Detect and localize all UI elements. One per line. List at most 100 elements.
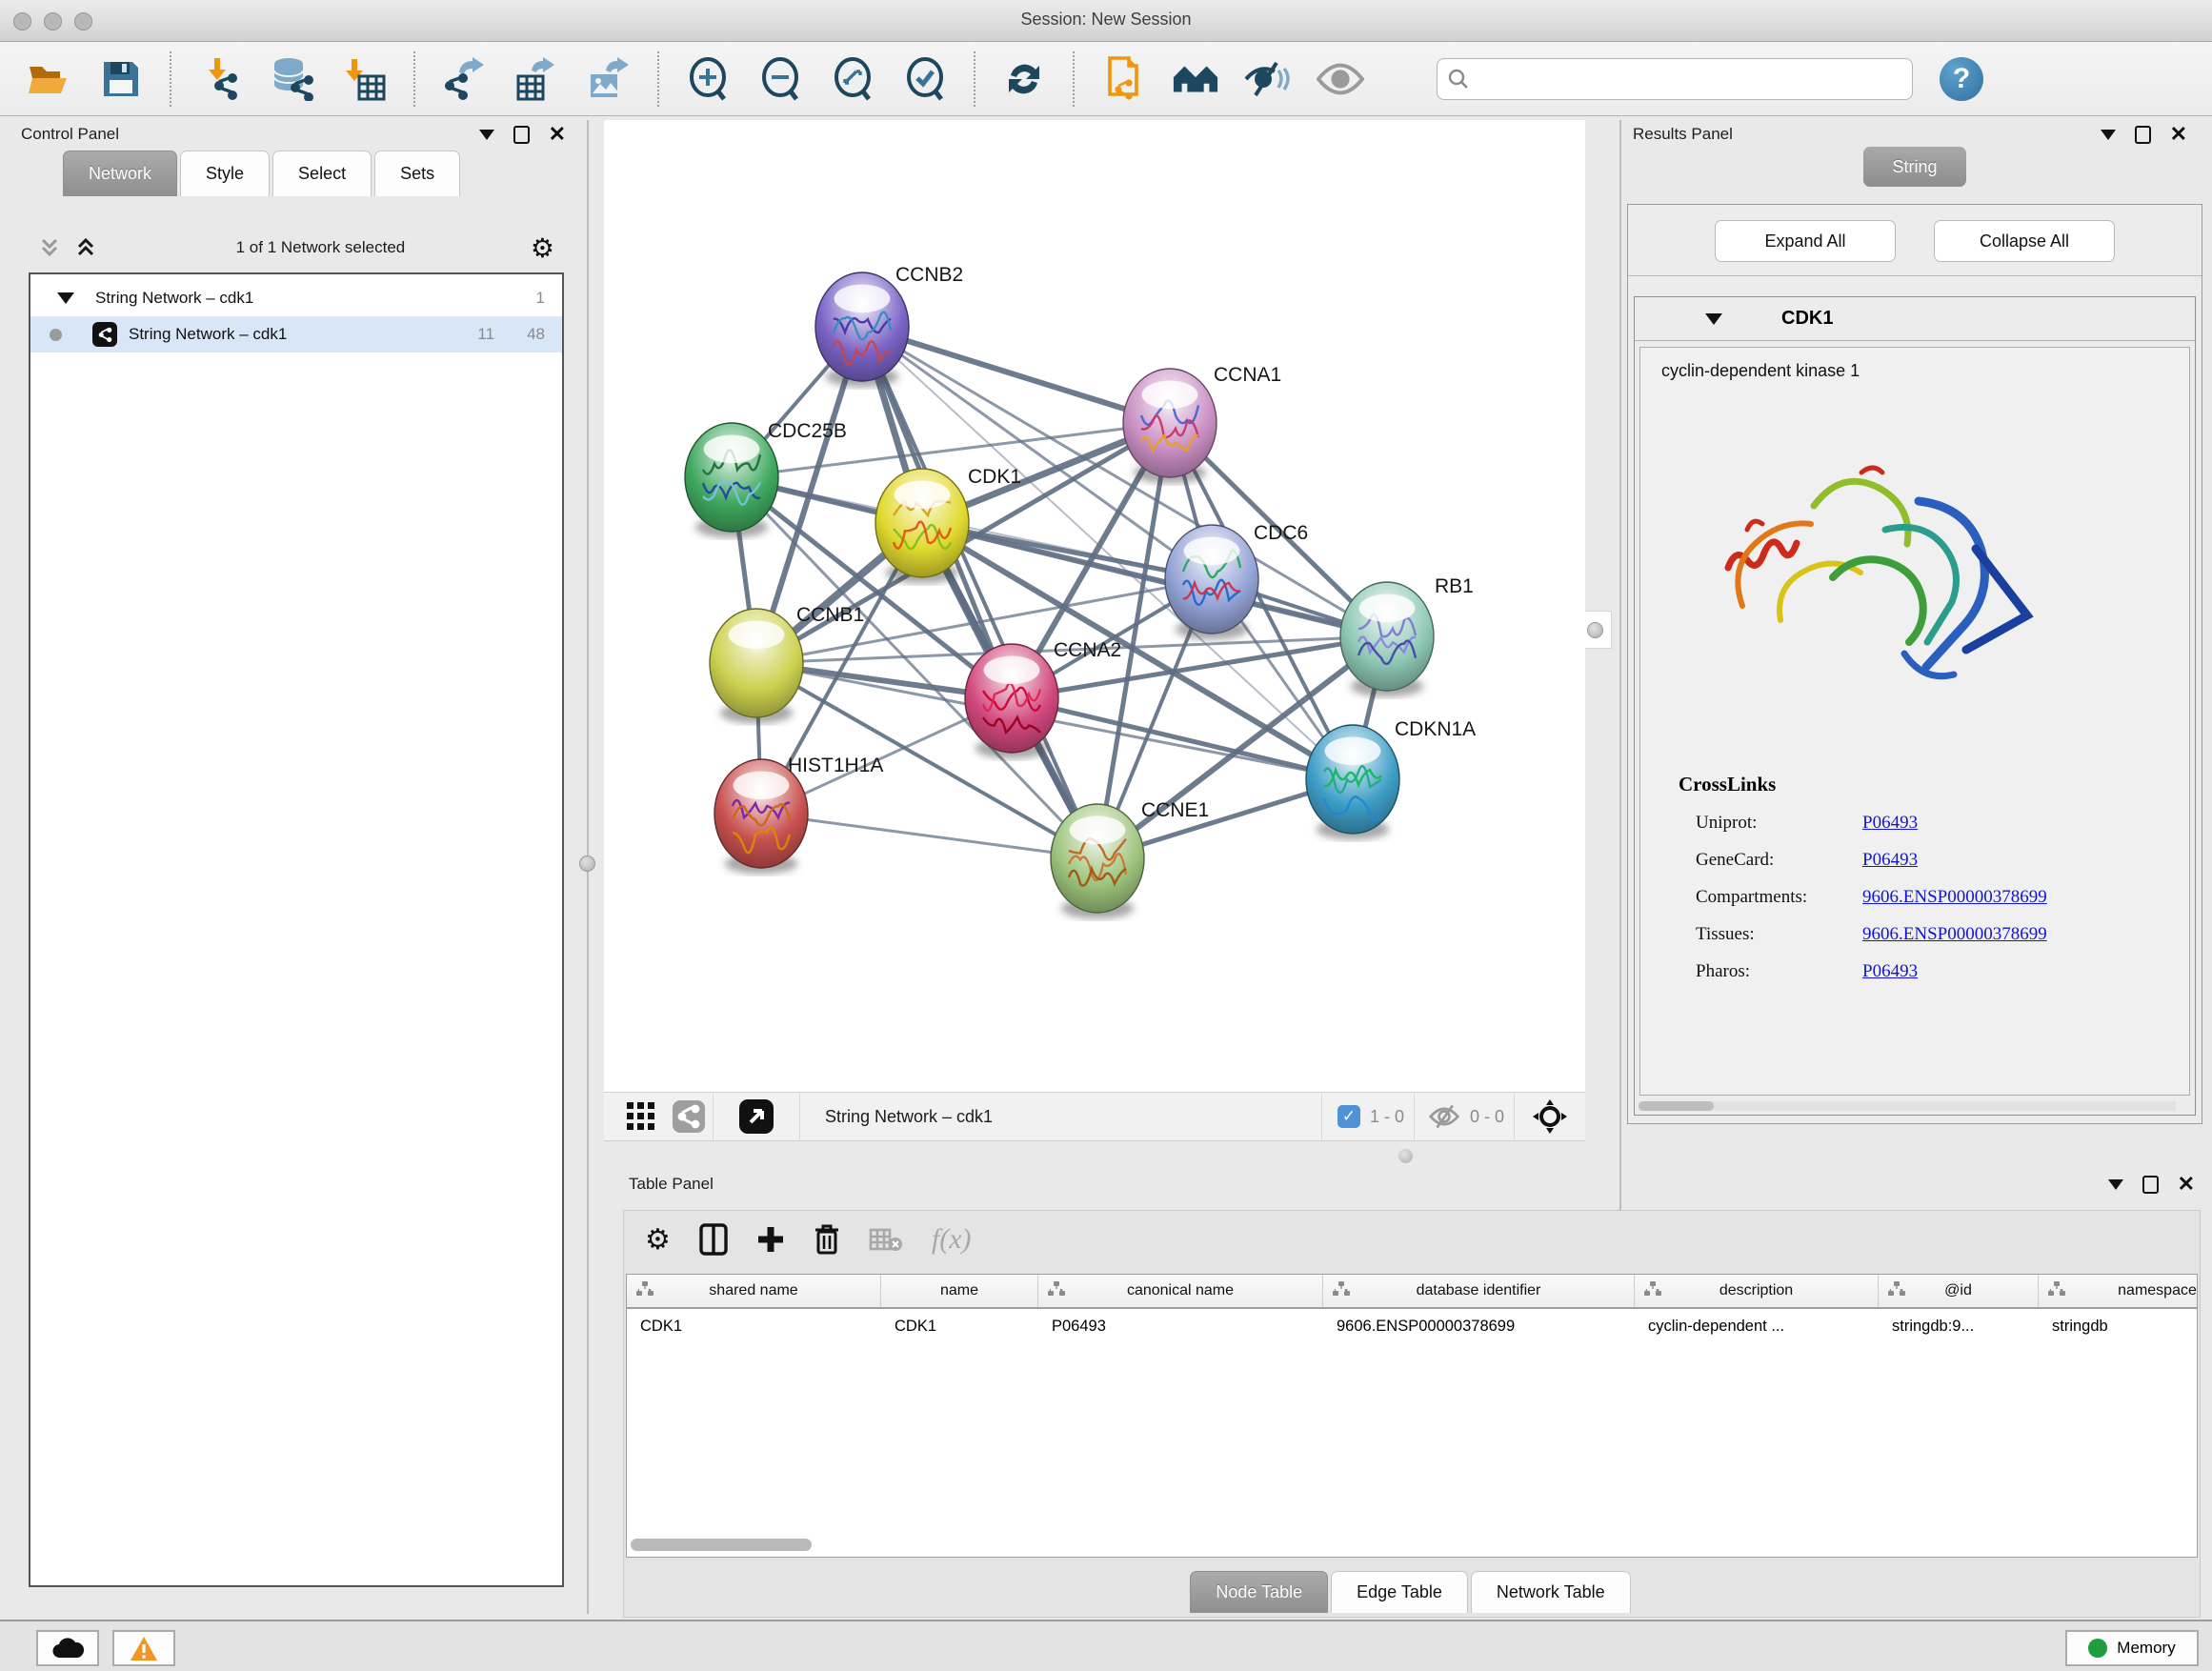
warnings-button[interactable] — [112, 1630, 175, 1666]
network-edge-CCNB2-CCNE1[interactable] — [862, 327, 1097, 858]
column-header-description[interactable]: description — [1635, 1275, 1879, 1307]
crosslink-link[interactable]: P06493 — [1862, 813, 1918, 834]
tab-edge-table[interactable]: Edge Table — [1331, 1571, 1468, 1613]
tab-network[interactable]: Network — [63, 151, 177, 196]
import-network-file-button[interactable] — [196, 55, 244, 103]
export-image-button[interactable] — [585, 55, 633, 103]
tab-select[interactable]: Select — [272, 151, 372, 196]
zoom-in-button[interactable] — [684, 55, 732, 103]
node-table[interactable]: shared namenamecanonical namedatabase id… — [626, 1274, 2198, 1558]
column-header-shared-name[interactable]: shared name — [627, 1275, 881, 1307]
birdseye-view-button[interactable] — [733, 1093, 780, 1140]
expand-triangle-icon[interactable] — [57, 292, 74, 304]
network-edge-CCNB2-CCNA1[interactable] — [862, 327, 1170, 423]
column-header--id[interactable]: @id — [1879, 1275, 2039, 1307]
table-hscrollbar[interactable] — [631, 1539, 2193, 1551]
panel-menu-icon[interactable] — [479, 130, 494, 140]
hide-selected-button[interactable] — [1244, 55, 1292, 103]
network-node-CCNB2[interactable] — [815, 272, 909, 387]
panel-close-icon[interactable]: ✕ — [2170, 124, 2187, 145]
refresh-layout-button[interactable] — [1000, 55, 1048, 103]
horizontal-splitter-handle[interactable] — [1398, 1149, 1413, 1163]
show-all-button[interactable] — [1317, 55, 1364, 103]
help-button[interactable]: ? — [1940, 57, 1983, 101]
zoom-out-button[interactable] — [756, 55, 804, 103]
network-node-HIST1H1A[interactable] — [714, 759, 808, 874]
search-input[interactable] — [1470, 70, 1902, 89]
network-canvas[interactable]: CCNB2CCNA1CDC25BCDK1CDC6RB1CCNB1CCNA2CDK… — [604, 120, 1585, 1092]
network-view-button[interactable] — [665, 1093, 713, 1140]
tab-sets[interactable]: Sets — [374, 151, 460, 196]
cloud-status-button[interactable] — [36, 1630, 99, 1666]
crosslink-link[interactable]: 9606.ENSP00000378699 — [1862, 887, 2047, 908]
function-builder-icon: f(x) — [932, 1223, 972, 1256]
crosslink-link[interactable]: P06493 — [1862, 961, 1918, 982]
network-node-CDC6[interactable] — [1165, 525, 1258, 639]
panel-menu-icon[interactable] — [2108, 1179, 2123, 1190]
collapse-triangle-icon[interactable] — [1705, 313, 1722, 325]
save-session-button[interactable] — [97, 55, 145, 103]
column-header-canonical-name[interactable]: canonical name — [1038, 1275, 1323, 1307]
panel-close-icon[interactable]: ✕ — [2178, 1174, 2195, 1195]
column-mapped-icon — [2048, 1281, 2065, 1301]
center-view-button[interactable] — [1526, 1093, 1574, 1140]
table-row[interactable]: CDK1CDK1P064939606.ENSP00000378699cyclin… — [627, 1309, 2197, 1343]
network-node-CCNE1[interactable] — [1051, 804, 1144, 918]
crosslink-link[interactable]: 9606.ENSP00000378699 — [1862, 924, 2047, 945]
selected-counts: 1 - 0 — [1370, 1107, 1404, 1127]
panel-float-icon[interactable] — [2142, 1176, 2159, 1194]
export-table-icon — [514, 57, 558, 101]
selected-checkbox-icon[interactable]: ✓ — [1337, 1105, 1360, 1128]
results-panel-title: Results Panel — [1633, 125, 1733, 144]
expand-all-icon[interactable] — [74, 236, 97, 259]
node-gloss — [1184, 537, 1240, 566]
network-node-CDKN1A[interactable] — [1306, 725, 1399, 839]
show-columns-icon[interactable] — [699, 1223, 728, 1256]
tab-network-table[interactable]: Network Table — [1471, 1571, 1631, 1613]
panel-close-icon[interactable]: ✕ — [549, 124, 566, 145]
column-header-namespace[interactable]: namespace — [2039, 1275, 2198, 1307]
collapse-all-icon[interactable] — [38, 236, 61, 259]
zoom-fit-button[interactable] — [829, 55, 876, 103]
import-table-file-button[interactable] — [341, 55, 389, 103]
export-table-button[interactable] — [513, 55, 560, 103]
network-edge-HIST1H1A-CCNE1[interactable] — [761, 814, 1097, 858]
gear-icon[interactable]: ⚙ — [531, 232, 554, 264]
open-session-button[interactable] — [25, 55, 72, 103]
add-column-icon[interactable] — [756, 1225, 785, 1254]
collapse-all-button[interactable]: Collapse All — [1934, 220, 2115, 262]
network-collection-row[interactable]: String Network – cdk1 1 — [30, 280, 562, 316]
network-node-RB1[interactable] — [1340, 582, 1434, 696]
network-node-CCNA1[interactable] — [1123, 369, 1217, 483]
gene-header[interactable]: CDK1 — [1635, 297, 2195, 341]
column-header-database-identifier[interactable]: database identifier — [1323, 1275, 1635, 1307]
node-label-CDKN1A: CDKN1A — [1395, 718, 1476, 740]
import-network-database-button[interactable] — [269, 55, 316, 103]
panel-float-icon[interactable] — [2135, 126, 2151, 144]
tab-style[interactable]: Style — [180, 151, 270, 196]
left-splitter-handle[interactable] — [579, 856, 595, 872]
first-neighbors-button[interactable] — [1172, 55, 1219, 103]
grid-view-button[interactable] — [617, 1093, 665, 1140]
expand-all-button[interactable]: Expand All — [1715, 220, 1896, 262]
crosslink-link[interactable]: P06493 — [1862, 850, 1918, 871]
network-node-CDC25B[interactable] — [685, 423, 778, 537]
results-hscrollbar[interactable] — [1639, 1101, 2176, 1111]
zoom-selected-button[interactable] — [901, 55, 949, 103]
export-network-button[interactable] — [440, 55, 488, 103]
node-label-CDK1: CDK1 — [968, 466, 1021, 488]
clone-network-button[interactable] — [1099, 55, 1147, 103]
network-node-CCNB1[interactable] — [710, 609, 803, 723]
memory-button[interactable]: Memory — [2065, 1630, 2199, 1666]
column-header-name[interactable]: name — [881, 1275, 1038, 1307]
panel-float-icon[interactable] — [513, 126, 530, 144]
panel-menu-icon[interactable] — [2101, 130, 2116, 140]
hidden-counts: 0 - 0 — [1470, 1107, 1504, 1127]
network-row-selected[interactable]: String Network – cdk1 11 48 — [30, 316, 562, 352]
tab-string[interactable]: String — [1863, 147, 1965, 187]
table-settings-gear-icon[interactable]: ⚙ — [645, 1223, 671, 1257]
network-node-CDK1[interactable] — [875, 469, 969, 583]
delete-column-trash-icon[interactable] — [814, 1223, 840, 1256]
tab-node-table[interactable]: Node Table — [1190, 1571, 1328, 1613]
network-edge-CCNA2-CDKN1A[interactable] — [1012, 698, 1353, 779]
